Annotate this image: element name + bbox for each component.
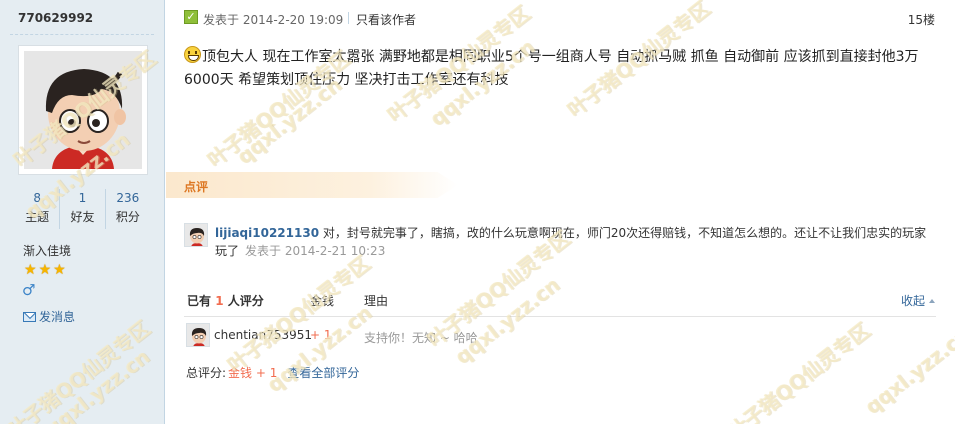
commenter-avatar-image (185, 224, 207, 246)
view-all-ratings-link[interactable]: 查看全部评分 (287, 366, 359, 380)
post-body-text: 顶包大人 现在工作室太嚣张 满野地都是相同职业5个号一组商人号 自动抓马贼 抓鱼… (184, 49, 919, 88)
post-header: ✓ 发表于 2014-2-20 19:09 只看该作者 15楼 (184, 9, 936, 29)
rater-username[interactable]: chentian753951 (214, 328, 312, 342)
stat-friends[interactable]: 1 好友 (59, 189, 104, 229)
comment-content: lijiaqi10221130 对，封号就完事了，瞎搞，改的什么玩意啊现在，师门… (215, 224, 935, 260)
rating-count-suffix: 人评分 (227, 294, 264, 308)
sidebar-divider (10, 34, 154, 35)
caret-up-icon (929, 299, 935, 303)
comment-section-header: 点评 (166, 172, 458, 198)
rating-header: 已有 1 人评分 金钱 理由 收起 (187, 292, 935, 310)
send-message-label: 发消息 (39, 310, 76, 324)
collapse-label: 收起 (900, 294, 925, 308)
stat-friends-label: 好友 (70, 210, 95, 224)
star-icon: ★ (38, 262, 52, 278)
stat-topics[interactable]: 8 主题 (15, 189, 59, 229)
floor-number[interactable]: 15楼 (908, 11, 935, 28)
rating-count-number: 1 (215, 294, 224, 308)
rating-count-prefix: 已有 (187, 294, 212, 308)
rank-stars: ★ ★ ★ (24, 263, 66, 277)
online-status-icon: ✓ (184, 10, 198, 24)
stat-friends-value[interactable]: 1 (60, 189, 104, 207)
rater-avatar-image (187, 324, 209, 346)
post-body: 顶包大人 现在工作室太嚣张 满野地都是相同职业5个号一组商人号 自动抓马贼 抓鱼… (184, 46, 924, 92)
star-icon: ★ (53, 262, 66, 278)
author-sidebar: 770629992 8 主题 1 好友 236 积分 渐入佳境 ★ ★ ★ ♂ … (0, 0, 165, 424)
header-separator (348, 12, 349, 24)
stat-points-label: 积分 (115, 210, 140, 224)
rater-score: + 1 (310, 328, 332, 342)
collapse-rating-button[interactable]: 收起 (901, 292, 935, 309)
commenter-avatar[interactable] (184, 223, 208, 247)
avatar-image (24, 51, 142, 169)
rating-row: chentian753951 + 1 支持你！无知 ~ 哈哈 (186, 323, 934, 349)
rating-total-value: 金钱 + 1 (228, 366, 278, 380)
comment-section-title: 点评 (184, 180, 209, 194)
rating-column-money: 金钱 (310, 294, 335, 308)
grin-emoticon-icon (184, 46, 201, 63)
rating-total-label: 总评分: (186, 366, 227, 380)
author-username[interactable]: 770629992 (18, 11, 93, 25)
male-icon: ♂ (22, 281, 36, 299)
rating-divider (184, 316, 936, 317)
stat-topics-value[interactable]: 8 (15, 189, 59, 207)
user-group-title[interactable]: 渐入佳境 (23, 242, 71, 259)
rater-reason: 支持你！无知 ~ 哈哈 (364, 331, 478, 345)
watermark-text: 叶子猪QQ仙灵专区 (222, 251, 375, 378)
rater-avatar[interactable] (186, 323, 210, 347)
mail-icon (23, 311, 36, 322)
post-time: 发表于 2014-2-20 19:09 (203, 13, 344, 27)
comment-band-background (166, 172, 458, 198)
send-message-link[interactable]: 发消息 (23, 308, 75, 325)
comment-author-link[interactable]: lijiaqi10221130 (215, 226, 319, 240)
only-author-link[interactable]: 只看该作者 (356, 11, 416, 28)
rating-column-reason: 理由 (364, 294, 389, 308)
author-avatar[interactable] (18, 45, 148, 175)
watermark-url: qqxl.yzz.cn (450, 272, 565, 369)
star-icon: ★ (24, 262, 37, 278)
stat-topics-label: 主题 (25, 210, 50, 224)
author-stats: 8 主题 1 好友 236 积分 (15, 189, 150, 229)
stat-points-value[interactable]: 236 (106, 189, 150, 207)
rating-total: 总评分: 金钱 + 1 查看全部评分 (186, 364, 359, 381)
stat-points[interactable]: 236 积分 (104, 189, 150, 229)
rating-count: 已有 1 人评分 (187, 292, 264, 309)
comment-time: 发表于 2014-2-21 10:23 (245, 244, 386, 258)
